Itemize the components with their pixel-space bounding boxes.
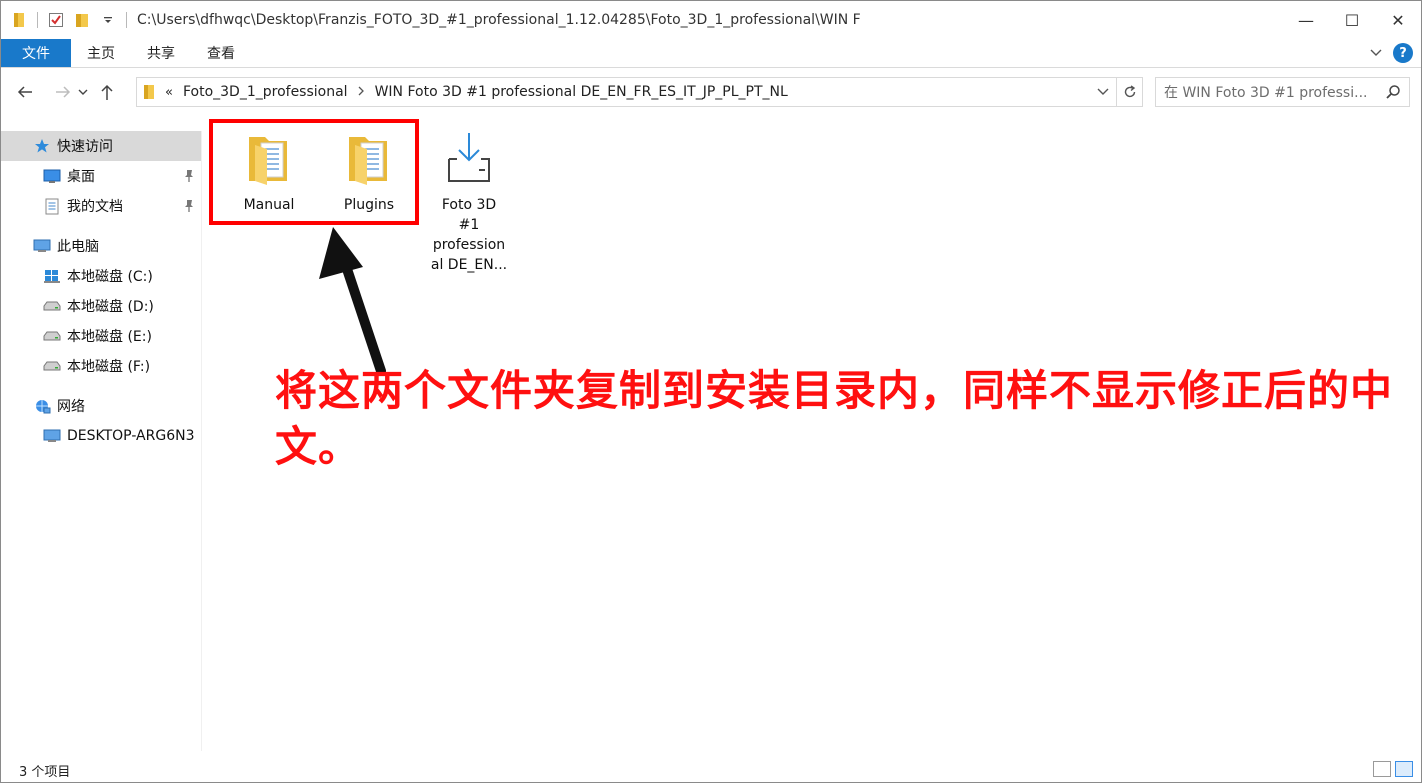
file-name-line: al DE_EN... bbox=[430, 257, 508, 273]
file-name: Plugins bbox=[343, 197, 395, 213]
large-icons-view-icon[interactable] bbox=[1395, 761, 1413, 777]
file-name-line: #1 bbox=[458, 217, 480, 233]
computer-icon bbox=[43, 427, 61, 445]
quick-access-toolbar bbox=[1, 1, 137, 39]
address-bar[interactable]: « Foto_3D_1_professional WIN Foto 3D #1 … bbox=[136, 77, 1143, 107]
documents-icon bbox=[43, 197, 61, 215]
file-name-line: Foto 3D bbox=[441, 197, 497, 213]
breadcrumb: « Foto_3D_1_professional WIN Foto 3D #1 … bbox=[137, 84, 788, 100]
sidebar-item-network-pc[interactable]: DESKTOP-ARG6N3 bbox=[1, 421, 201, 451]
breadcrumb-item[interactable]: WIN Foto 3D #1 professional DE_EN_FR_ES_… bbox=[375, 84, 788, 100]
drive-icon bbox=[43, 357, 61, 375]
tab-share[interactable]: 共享 bbox=[131, 39, 191, 67]
file-name-line: profession bbox=[432, 237, 506, 253]
explorer-window: C:\Users\dfhwqc\Desktop\Franzis_FOTO_3D_… bbox=[0, 0, 1422, 783]
drive-icon bbox=[43, 297, 61, 315]
chevron-down-icon bbox=[1097, 88, 1109, 95]
properties-icon[interactable] bbox=[48, 12, 64, 28]
folder-icon bbox=[143, 84, 155, 100]
folder-icon bbox=[249, 137, 287, 185]
maximize-button[interactable]: ☐ bbox=[1329, 1, 1375, 39]
breadcrumb-separator-icon[interactable] bbox=[358, 85, 365, 100]
star-icon bbox=[33, 137, 51, 155]
file-item-plugins[interactable]: Plugins bbox=[324, 129, 414, 215]
minimize-button[interactable]: — bbox=[1283, 1, 1329, 39]
search-field[interactable]: 在 WIN Foto 3D #1 professi... bbox=[1155, 77, 1410, 107]
navigation-pane: 快速访问 桌面 我的文档 此电脑 本地磁盘 (C:) 本地磁盘 (D:) 本地磁… bbox=[1, 131, 202, 751]
tab-file[interactable]: 文件 bbox=[1, 39, 71, 67]
view-switcher bbox=[1373, 761, 1413, 777]
sidebar-item-drive-d[interactable]: 本地磁盘 (D:) bbox=[1, 291, 201, 321]
annotation-arrow bbox=[319, 227, 386, 376]
tab-view[interactable]: 查看 bbox=[191, 39, 251, 67]
chevron-down-icon bbox=[78, 89, 88, 95]
navigation-bar: « Foto_3D_1_professional WIN Foto 3D #1 … bbox=[1, 75, 1421, 109]
sidebar-item-label: 本地磁盘 (F:) bbox=[67, 359, 151, 375]
annotation-text: 将这两个文件夹复制到安装目录内，同样不显示修正后的中文。 bbox=[275, 366, 1394, 471]
back-arrow-icon bbox=[17, 86, 32, 98]
sidebar-item-label: 本地磁盘 (E:) bbox=[67, 329, 152, 345]
title-bar: C:\Users\dfhwqc\Desktop\Franzis_FOTO_3D_… bbox=[1, 1, 1421, 39]
windows-drive-icon bbox=[43, 267, 61, 285]
forward-arrow-icon bbox=[56, 86, 71, 98]
sidebar-item-label: DESKTOP-ARG6N3 bbox=[67, 428, 195, 444]
ribbon-tabs: 文件 主页 共享 查看 ? bbox=[1, 39, 1421, 68]
sidebar-item-label: 桌面 bbox=[67, 169, 95, 185]
folder-icon bbox=[11, 12, 27, 28]
file-name: Manual bbox=[243, 197, 295, 213]
sidebar-item-documents[interactable]: 我的文档 bbox=[1, 191, 201, 221]
expand-ribbon-icon[interactable] bbox=[1369, 45, 1383, 61]
sidebar-item-label: 快速访问 bbox=[57, 139, 113, 155]
computer-icon bbox=[33, 237, 51, 255]
up-arrow-icon bbox=[101, 84, 113, 100]
customize-toolbar-icon[interactable] bbox=[100, 12, 116, 28]
folder-icon bbox=[349, 137, 387, 185]
file-item-manual[interactable]: Manual bbox=[224, 129, 314, 215]
status-bar: 3 个项目 bbox=[1, 757, 1421, 783]
sidebar-item-quick-access[interactable]: 快速访问 bbox=[1, 131, 201, 161]
sidebar-item-label: 我的文档 bbox=[67, 199, 123, 215]
breadcrumb-item[interactable]: Foto_3D_1_professional bbox=[183, 84, 348, 100]
new-folder-icon[interactable] bbox=[74, 12, 90, 28]
window-controls: — ☐ ✕ bbox=[1283, 1, 1421, 39]
sidebar-item-label: 网络 bbox=[57, 399, 85, 415]
sidebar-item-drive-c[interactable]: 本地磁盘 (C:) bbox=[1, 261, 201, 291]
details-view-icon[interactable] bbox=[1373, 761, 1391, 777]
address-history-dropdown[interactable] bbox=[1092, 78, 1114, 106]
breadcrumb-overflow[interactable]: « bbox=[165, 85, 173, 100]
desktop-icon bbox=[43, 167, 61, 185]
pin-icon[interactable] bbox=[183, 199, 195, 217]
search-placeholder: 在 WIN Foto 3D #1 professi... bbox=[1164, 85, 1368, 101]
installer-icon bbox=[448, 133, 490, 182]
search-icon[interactable] bbox=[1385, 84, 1401, 104]
recent-locations-button[interactable] bbox=[75, 77, 91, 107]
drive-icon bbox=[43, 327, 61, 345]
toolbar-separator bbox=[126, 12, 127, 28]
sidebar-item-network[interactable]: 网络 bbox=[1, 391, 201, 421]
refresh-button[interactable] bbox=[1116, 78, 1142, 106]
sidebar-item-drive-e[interactable]: 本地磁盘 (E:) bbox=[1, 321, 201, 351]
sidebar-item-label: 此电脑 bbox=[57, 239, 99, 255]
sidebar-item-label: 本地磁盘 (C:) bbox=[67, 269, 153, 285]
item-count: 3 个项目 bbox=[19, 764, 71, 780]
close-button[interactable]: ✕ bbox=[1375, 1, 1421, 39]
network-icon bbox=[33, 397, 51, 415]
sidebar-item-label: 本地磁盘 (D:) bbox=[67, 299, 154, 315]
sidebar-item-this-pc[interactable]: 此电脑 bbox=[1, 231, 201, 261]
toolbar-separator bbox=[37, 12, 38, 28]
sidebar-item-drive-f[interactable]: 本地磁盘 (F:) bbox=[1, 351, 201, 381]
file-view: Manual Plugins Foto 3D #1 profession al … bbox=[203, 111, 1408, 751]
sidebar-item-desktop[interactable]: 桌面 bbox=[1, 161, 201, 191]
tab-home[interactable]: 主页 bbox=[71, 39, 131, 67]
help-icon[interactable]: ? bbox=[1393, 43, 1413, 63]
window-title: C:\Users\dfhwqc\Desktop\Franzis_FOTO_3D_… bbox=[137, 12, 861, 28]
pin-icon[interactable] bbox=[183, 169, 195, 187]
vertical-scrollbar[interactable] bbox=[1407, 111, 1421, 751]
ribbon-right-controls: ? bbox=[1369, 39, 1421, 67]
file-item-installer[interactable]: Foto 3D #1 profession al DE_EN... bbox=[424, 129, 514, 275]
forward-button[interactable] bbox=[51, 77, 75, 107]
back-button[interactable] bbox=[13, 77, 37, 107]
up-button[interactable] bbox=[95, 77, 119, 107]
refresh-icon bbox=[1124, 85, 1135, 98]
